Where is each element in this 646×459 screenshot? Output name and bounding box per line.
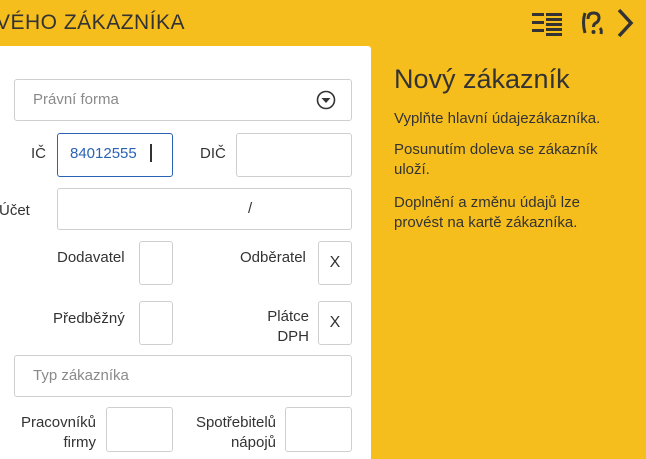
employees-label-line1: Pracovníků: [20, 414, 96, 431]
info-paragraph-2: Posunutím doleva se zákazník uloží.: [394, 141, 598, 178]
preliminary-checkbox[interactable]: [139, 301, 173, 345]
account-input[interactable]: [57, 188, 352, 230]
ic-label: IČ: [31, 145, 46, 162]
dic-label: DIČ: [200, 145, 226, 162]
account-label: Účet: [0, 202, 30, 219]
customer-checkbox[interactable]: X: [318, 241, 352, 285]
page-title: VÉHO ZÁKAZNÍKA: [0, 11, 186, 34]
info-title: Nový zákazník: [394, 64, 570, 94]
legal-form-placeholder: Právní forma: [33, 91, 119, 108]
supplier-checkbox[interactable]: [139, 241, 173, 285]
dic-input[interactable]: [236, 133, 352, 177]
info-paragraph-1: Vyplňte hlavní údajezákazníka.: [394, 110, 601, 127]
list-icon[interactable]: [530, 8, 564, 38]
vat-payer-label-line1: Plátce: [267, 308, 309, 325]
help-icon[interactable]: [574, 8, 608, 38]
preliminary-label: Předběžný: [53, 310, 125, 327]
vat-payer-checkbox[interactable]: X: [318, 301, 352, 345]
consumers-label-line2: nápojů: [230, 434, 276, 451]
info-paragraph-3: Doplnění a změnu údajů lze provést na ka…: [394, 194, 580, 231]
chevron-right-icon[interactable]: [612, 8, 638, 38]
ic-value: 84012555: [70, 145, 137, 162]
top-bar: VÉHO ZÁKAZNÍKA: [0, 0, 646, 46]
consumers-input[interactable]: [285, 407, 352, 452]
consumers-label-line1: Spotřebitelů: [195, 414, 276, 431]
customer-label: Odběratel: [240, 249, 306, 266]
employees-label-line2: firmy: [63, 434, 97, 451]
customer-type-placeholder: Typ zákazníka: [33, 367, 129, 384]
account-separator: /: [248, 200, 253, 217]
employees-input[interactable]: [106, 407, 173, 452]
vat-payer-label-line2: DPH: [277, 328, 309, 345]
chevron-down-circle-icon[interactable]: [316, 90, 336, 110]
text-cursor: [150, 144, 152, 162]
supplier-label: Dodavatel: [57, 249, 125, 266]
